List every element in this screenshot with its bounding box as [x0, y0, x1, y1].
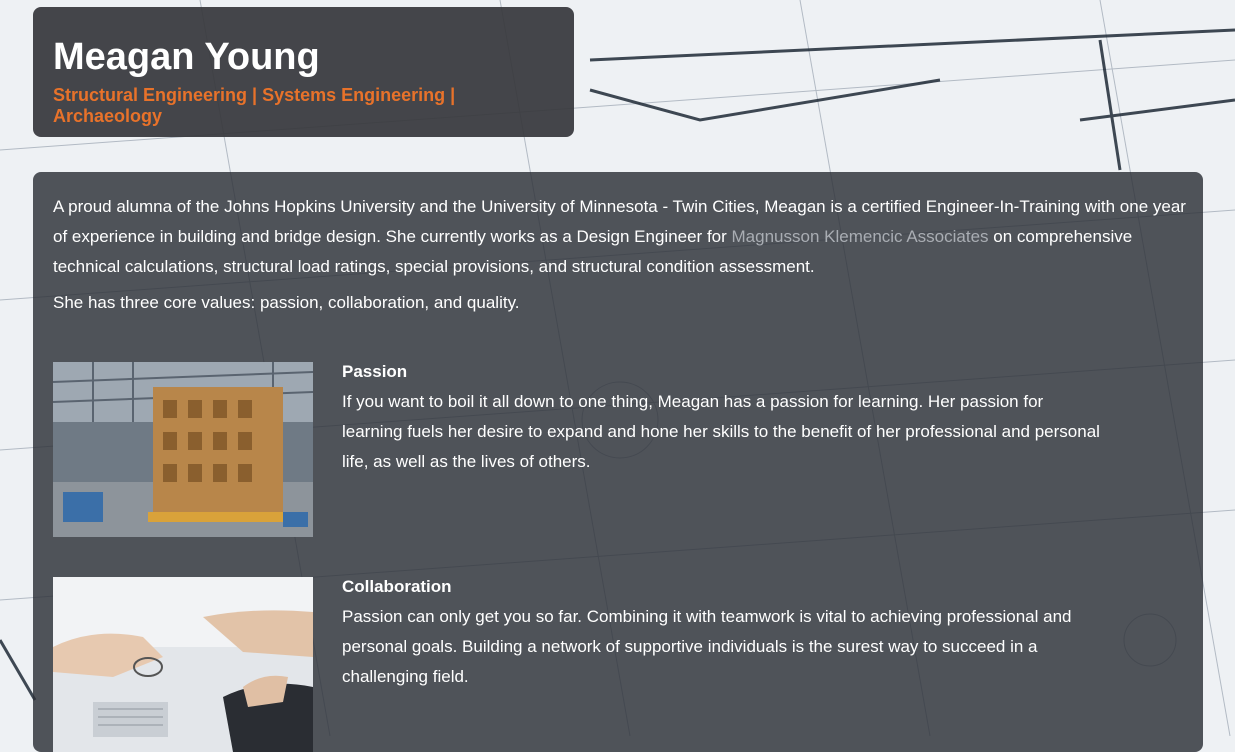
feature-title: Passion	[342, 362, 408, 381]
passion-text: Passion If you want to boil it all down …	[342, 362, 1102, 477]
header-card: Meagan Young Structural Engineering | Sy…	[33, 7, 574, 137]
about-card: A proud alumna of the Johns Hopkins Univ…	[33, 172, 1203, 752]
collaboration-text: Collaboration Passion can only get you s…	[342, 577, 1102, 692]
feature-body: Passion can only get you so far. Combini…	[342, 607, 1072, 686]
feature-title: Collaboration	[342, 577, 452, 596]
passion-image	[53, 362, 313, 537]
employer-link[interactable]: Magnusson Klemencic Associates	[732, 227, 989, 246]
feature-body: If you want to boil it all down to one t…	[342, 392, 1100, 471]
page-title: Meagan Young	[53, 36, 320, 78]
core-values-line: She has three core values: passion, coll…	[53, 293, 520, 312]
subtitle: Structural Engineering | Systems Enginee…	[53, 85, 456, 126]
collaboration-image	[53, 577, 313, 752]
intro-paragraph: A proud alumna of the Johns Hopkins Univ…	[53, 192, 1188, 282]
